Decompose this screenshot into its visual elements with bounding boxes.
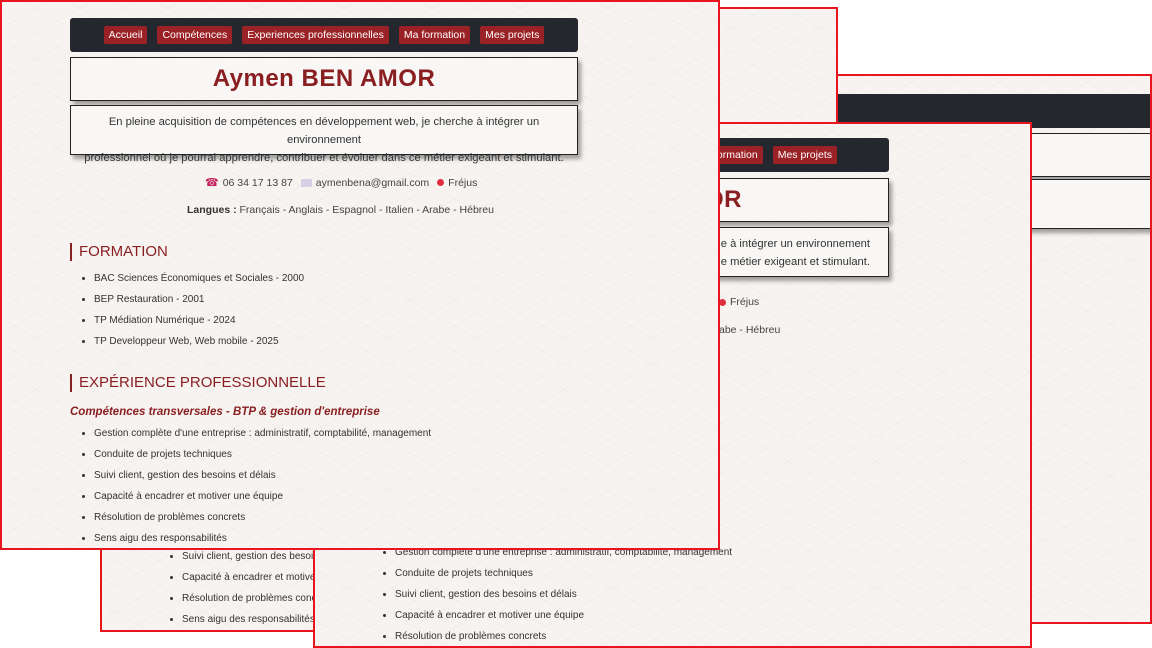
list-item: Résolution de problèmes concre xyxy=(170,588,327,609)
list-item: Résolution de problèmes concrets xyxy=(383,626,732,646)
city-text: Fréjus xyxy=(730,296,760,308)
list-item: Suivi client, gestion des besoins et dél… xyxy=(383,584,732,605)
intro-box: En pleine acquisition de compétences en … xyxy=(70,105,578,164)
experience-list-front-right: Gestion complète d'une entreprise : admi… xyxy=(383,542,732,646)
intro-line1: En pleine acquisition de compétences en … xyxy=(108,116,540,146)
phone-text[interactable]: 06 34 17 13 87 xyxy=(223,177,293,189)
list-item: Gestion complète d'une entreprise : admi… xyxy=(82,423,431,444)
languages-list: Français - Anglais - Espagnol - Italien … xyxy=(239,204,494,216)
nav-projets[interactable]: Mes projets xyxy=(480,26,545,44)
list-item: Conduite de projets techniques xyxy=(82,444,431,465)
page-title: Aymen BEN AMOR xyxy=(70,57,578,101)
nav-projets[interactable]: Mes projets xyxy=(772,146,837,164)
intro-line2: professionnel où je pourrai apprendre, c… xyxy=(84,152,564,164)
phone-icon: ☎ xyxy=(205,177,219,189)
experience-title: EXPÉRIENCE PROFESSIONNELLE xyxy=(70,374,326,392)
list-item: TP Médiation Numérique - 2024 xyxy=(82,310,304,331)
list-item: BEP Restauration - 2001 xyxy=(82,289,304,310)
pin-icon xyxy=(437,179,445,186)
list-item: Capacité à encadrer et motiver u xyxy=(170,567,327,588)
list-item: BAC Sciences Économiques et Sociales - 2… xyxy=(82,268,304,289)
city-text: Fréjus xyxy=(448,176,478,189)
list-item: Suivi client, gestion des besoins et dél… xyxy=(82,465,431,486)
formation-list: BAC Sciences Économiques et Sociales - 2… xyxy=(82,268,304,352)
mail-icon xyxy=(300,178,312,187)
formation-title: FORMATION xyxy=(70,243,168,261)
list-item: Conduite de projets techniques xyxy=(383,563,732,584)
list-item: Capacité à encadrer et motiver une équip… xyxy=(383,605,732,626)
list-item: Sens aigu des responsabilités xyxy=(170,609,327,630)
contact-city: Fréjus xyxy=(719,296,759,308)
languages-fragment: abe - Hébreu xyxy=(719,324,781,336)
list-item: Capacité à encadrer et motiver une équip… xyxy=(82,486,431,507)
list-item: TP Developpeur Web, Web mobile - 2025 xyxy=(82,331,304,352)
experience-subtitle: Compétences transversales - BTP & gestio… xyxy=(70,406,380,418)
nav-formation[interactable]: Ma formation xyxy=(398,26,471,44)
email-text[interactable]: aymenbena@gmail.com xyxy=(316,177,429,189)
contact-row: ☎ 06 34 17 13 87 aymenbena@gmail.com Fré… xyxy=(205,176,478,190)
languages-label: Langues : xyxy=(187,204,237,216)
nav-accueil[interactable]: Accueil xyxy=(103,26,148,44)
languages: Langues : Français - Anglais - Espagnol … xyxy=(187,204,494,216)
navbar: Accueil Compétences Experiences professi… xyxy=(70,18,578,52)
window-front: Accueil Compétences Experiences professi… xyxy=(0,0,720,550)
nav-competences[interactable]: Compétences xyxy=(157,26,233,44)
experience-list-mid: Suivi client, gestion des besoins Capaci… xyxy=(170,546,327,630)
list-item: Résolution de problèmes concrets xyxy=(82,507,431,528)
pin-icon xyxy=(719,298,726,306)
experience-list: Gestion complète d'une entreprise : admi… xyxy=(82,423,431,548)
list-item: Sens aigu des responsabilités xyxy=(82,528,431,548)
nav-experiences[interactable]: Experiences professionnelles xyxy=(242,26,389,44)
